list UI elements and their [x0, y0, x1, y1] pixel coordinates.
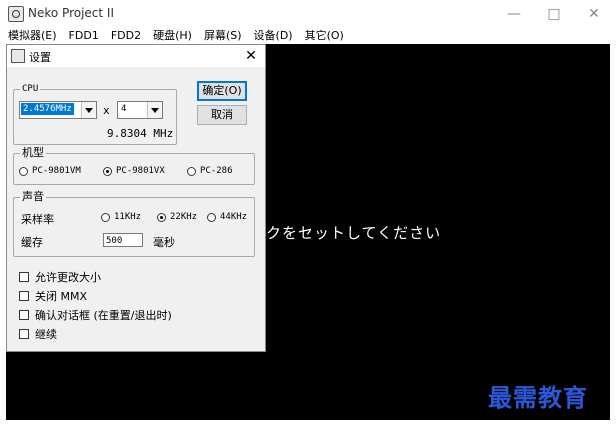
sound-group: 声音	[13, 190, 255, 257]
checkbox-label: 关闭 MMX	[35, 290, 88, 303]
model-option-label: PC-9801VX	[116, 166, 165, 176]
multiplier-symbol: x	[103, 104, 110, 117]
buffer-input[interactable]: 500	[103, 233, 143, 247]
cpu-clock-value: 2.4576MHz	[21, 103, 74, 115]
checkbox-label: 确认对话框 (在重置/退出时)	[35, 309, 172, 322]
checkbox-box[interactable]	[19, 291, 29, 301]
model-group-label: 机型	[20, 146, 46, 160]
model-option-label: PC-9801VM	[32, 166, 81, 176]
cancel-button[interactable]: 取消	[197, 105, 247, 125]
menu-bar: 模拟器(E) FDD1 FDD2 硬盘(H) 屏幕(S) 设备(D) 其它(O)	[0, 28, 616, 44]
screen-message: スクをセットしてください	[250, 224, 442, 242]
buffer-label: 缓存	[21, 236, 43, 249]
cpu-multiplier-select[interactable]: 4	[117, 101, 163, 119]
checkbox-confirm-dialog[interactable]: 确认对话框 (在重置/退出时)	[19, 307, 172, 323]
checkbox-box[interactable]	[19, 272, 29, 282]
cpu-result: 9.8304 MHz	[107, 127, 174, 140]
radio-button[interactable]	[19, 166, 28, 176]
dialog-cat-icon	[11, 49, 25, 63]
rate-option-label: 44KHz	[220, 212, 248, 222]
app-cat-icon	[8, 6, 24, 22]
cpu-multiplier-value: 4	[121, 104, 127, 114]
main-titlebar: Neko Project II — □ ✕	[0, 0, 616, 28]
chevron-down-icon[interactable]	[81, 102, 96, 118]
maximize-button[interactable]: □	[534, 4, 574, 24]
cpu-clock-select[interactable]: 2.4576MHz	[19, 101, 97, 119]
radio-button[interactable]	[187, 166, 196, 176]
radio-button-selected[interactable]	[157, 212, 166, 222]
sample-rate-label: 采样率	[21, 213, 54, 226]
ok-button[interactable]: 确定(O)	[197, 81, 247, 101]
settings-dialog: 设置 ✕ CPU 2.4576MHz x 4 9.8304 MHz 确定(O) …	[6, 44, 266, 352]
dialog-title: 设置	[29, 51, 51, 64]
dialog-titlebar: 设置 ✕	[7, 45, 265, 67]
menu-other[interactable]: 其它(O)	[299, 28, 350, 44]
window-title: Neko Project II	[28, 6, 114, 20]
menu-emulator[interactable]: 模拟器(E)	[0, 28, 63, 44]
radio-button[interactable]	[101, 212, 110, 222]
radio-button-selected[interactable]	[103, 166, 112, 176]
rate-option-11khz[interactable]: 11KHz	[101, 212, 141, 222]
rate-option-label: 22KHz	[170, 212, 198, 222]
model-option-pc9801vm[interactable]: PC-9801VM	[19, 166, 81, 176]
sound-group-label: 声音	[20, 190, 46, 204]
cpu-group-label: CPU	[20, 82, 41, 96]
checkbox-resume[interactable]: 继续	[19, 326, 57, 342]
close-button[interactable]: ✕	[574, 4, 614, 24]
checkbox-resizable[interactable]: 允许更改大小	[19, 269, 101, 285]
chevron-down-icon[interactable]	[147, 102, 162, 118]
checkbox-label: 继续	[35, 328, 57, 341]
menu-harddisk[interactable]: 硬盘(H)	[147, 28, 198, 44]
menu-fdd1[interactable]: FDD1	[63, 28, 105, 44]
rate-option-label: 11KHz	[114, 212, 142, 222]
model-option-pc286[interactable]: PC-286	[187, 166, 233, 176]
rate-option-44khz[interactable]: 44KHz	[207, 212, 247, 222]
model-option-label: PC-286	[200, 166, 233, 176]
watermark-logo: 最需教育	[488, 383, 588, 412]
radio-button[interactable]	[207, 212, 216, 222]
checkbox-disable-mmx[interactable]: 关闭 MMX	[19, 288, 87, 304]
checkbox-label: 允许更改大小	[35, 271, 101, 284]
menu-fdd2[interactable]: FDD2	[105, 28, 147, 44]
menu-screen[interactable]: 屏幕(S)	[198, 28, 248, 44]
checkbox-box[interactable]	[19, 310, 29, 320]
dialog-close-button[interactable]: ✕	[239, 46, 263, 66]
buffer-unit: 毫秒	[153, 236, 175, 249]
rate-option-22khz[interactable]: 22KHz	[157, 212, 197, 222]
model-option-pc9801vx[interactable]: PC-9801VX	[103, 166, 165, 176]
checkbox-box[interactable]	[19, 329, 29, 339]
menu-device[interactable]: 设备(D)	[248, 28, 299, 44]
minimize-button[interactable]: —	[494, 4, 534, 24]
